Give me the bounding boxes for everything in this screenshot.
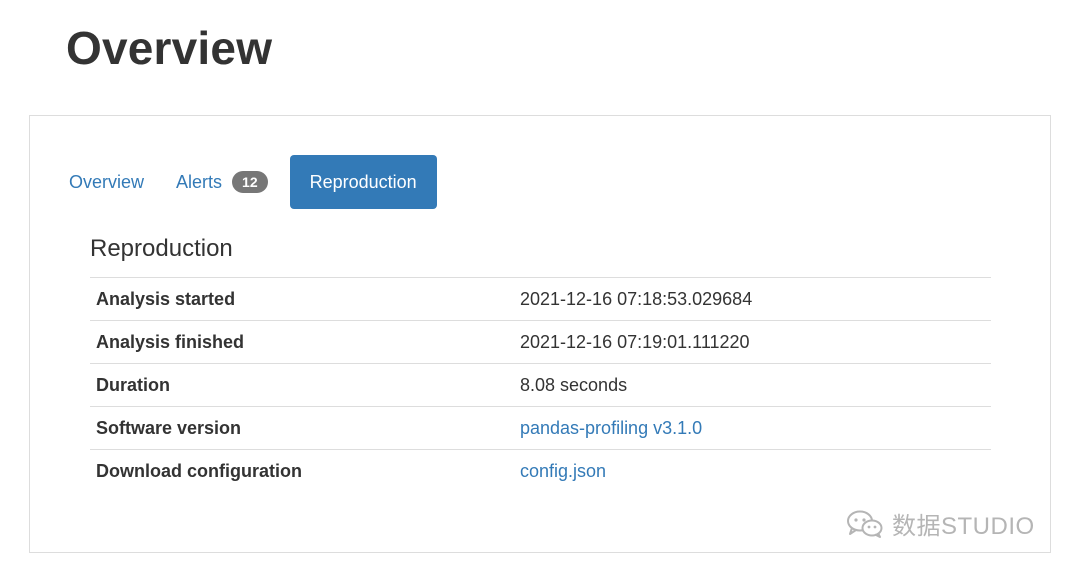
tab-reproduction-label: Reproduction xyxy=(309,171,417,192)
overview-panel: Overview Alerts 12 Reproduction Reproduc… xyxy=(29,115,1051,553)
wechat-icon xyxy=(847,510,883,538)
tab-overview[interactable]: Overview xyxy=(59,155,164,209)
row-key: Analysis finished xyxy=(90,320,520,364)
table-row: Duration 8.08 seconds xyxy=(90,363,991,407)
software-version-link[interactable]: pandas-profiling v3.1.0 xyxy=(520,418,702,438)
tab-alerts[interactable]: Alerts 12 xyxy=(164,155,280,209)
row-value-cell: pandas-profiling v3.1.0 xyxy=(520,406,991,450)
page: Overview Overview Alerts 12 Reproduction… xyxy=(0,0,1080,571)
config-download-link[interactable]: config.json xyxy=(520,461,606,481)
table-row: Software version pandas-profiling v3.1.0 xyxy=(90,406,991,450)
row-value-cell: config.json xyxy=(520,449,991,492)
alerts-count-badge: 12 xyxy=(232,171,268,193)
row-key: Download configuration xyxy=(90,449,520,492)
watermark-text: 数据STUDIO xyxy=(892,513,1035,540)
row-key: Duration xyxy=(90,363,520,407)
table-row: Download configuration config.json xyxy=(90,449,991,492)
tab-overview-label: Overview xyxy=(69,171,145,192)
row-value: 2021-12-16 07:19:01.111220 xyxy=(520,320,991,364)
row-key: Software version xyxy=(90,406,520,450)
row-value: 8.08 seconds xyxy=(520,363,991,407)
table-row: Analysis finished 2021-12-16 07:19:01.11… xyxy=(90,320,991,364)
page-title: Overview xyxy=(66,22,273,74)
row-key: Analysis started xyxy=(90,277,520,321)
reproduction-table: Analysis started 2021-12-16 07:18:53.029… xyxy=(90,277,991,492)
tab-bar: Overview Alerts 12 Reproduction xyxy=(59,154,437,210)
row-value: 2021-12-16 07:18:53.029684 xyxy=(520,277,991,321)
tab-alerts-label: Alerts xyxy=(176,171,223,192)
table-row: Analysis started 2021-12-16 07:18:53.029… xyxy=(90,277,991,321)
watermark: 数据STUDIO xyxy=(846,506,1035,541)
section-title: Reproduction xyxy=(90,235,233,262)
tab-reproduction[interactable]: Reproduction xyxy=(289,155,437,209)
